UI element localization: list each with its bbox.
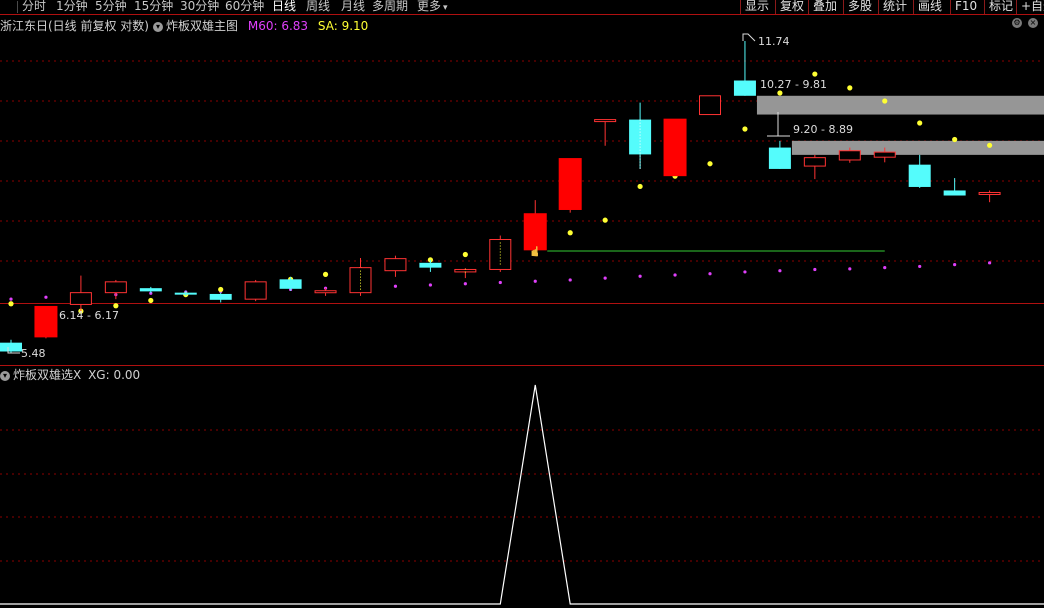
sa-dot: [847, 85, 853, 91]
m60-dot: [44, 295, 48, 299]
candle-body: [209, 293, 232, 300]
sa-dot: [148, 297, 154, 304]
sa-dot: [567, 230, 573, 236]
sa-dot: [812, 71, 818, 77]
m60-dot: [848, 267, 852, 271]
sa-dot: [637, 183, 643, 190]
m60-dot: [463, 282, 467, 286]
sa-dot: [707, 161, 713, 167]
candle-body: [768, 147, 791, 169]
candle-body: [594, 119, 617, 123]
m60-dot: [533, 279, 537, 283]
low-label: 5.48: [21, 347, 46, 360]
cursor-hand-icon: ☚: [526, 245, 542, 258]
xg-line: [0, 384, 1044, 605]
high-label: 11.74: [758, 35, 790, 48]
candle-body: [174, 292, 197, 295]
candle-body: [279, 279, 302, 289]
candle-body: [34, 305, 58, 338]
m60-dot: [638, 274, 642, 278]
m60-dot: [743, 270, 747, 274]
candle-body: [489, 239, 512, 270]
gap-label-2: 10.27 - 9.81: [760, 78, 827, 91]
m60-dot: [393, 284, 398, 288]
candle-body: [699, 95, 721, 116]
candle-body: [384, 258, 407, 272]
m60-dot: [883, 266, 887, 270]
candle-body: [733, 80, 756, 96]
sa-dot: [218, 286, 224, 293]
sa-dot: [917, 120, 923, 126]
sa-dot: [113, 303, 119, 309]
candle-body: [0, 342, 22, 352]
m60-dot: [603, 276, 607, 280]
m60-dot: [9, 297, 13, 301]
sa-dot: [602, 217, 608, 223]
candle-body: [104, 281, 127, 294]
sa-dot: [462, 251, 468, 258]
candle-body: [943, 190, 966, 196]
m60-dot: [778, 269, 782, 273]
m60-dot: [813, 267, 817, 272]
candle-body: [314, 290, 337, 294]
sa-dot: [322, 271, 329, 277]
candle-body: [838, 150, 861, 161]
gap-label-1: 6.14 - 6.17: [59, 309, 119, 322]
kline-chart[interactable]: 11.74 5.48 6.14 - 6.17 10.27 - 9.81 9.20 - 8…: [0, 0, 1044, 608]
sa-dot: [882, 98, 888, 104]
candle-body: [69, 292, 92, 305]
m60-dot: [953, 263, 957, 267]
candle-body: [558, 158, 582, 210]
candle-body: [873, 151, 896, 158]
sa-dot: [777, 90, 783, 96]
sa-dot: [952, 136, 958, 143]
sa-dot: [742, 126, 748, 132]
candle-body: [663, 118, 687, 177]
resistance-zone-1: [791, 140, 1044, 155]
m60-dot: [498, 280, 502, 285]
candle-body: [978, 191, 1001, 195]
m60-dot: [568, 278, 572, 282]
m60-dot: [428, 283, 432, 287]
candle-body: [244, 281, 267, 300]
candle-body: [419, 262, 442, 268]
resistance-zone-0: [756, 95, 1044, 115]
candle-body: [629, 119, 652, 155]
m60-dot: [708, 272, 712, 276]
gap-label-3: 9.20 - 8.89: [793, 123, 853, 136]
candle-body: [803, 157, 826, 167]
m60-dot: [673, 273, 677, 277]
high-marker: [742, 33, 756, 42]
m60-dot: [918, 264, 922, 269]
m60-dot: [988, 261, 992, 265]
candle-body: [908, 164, 931, 187]
sa-dot: [8, 301, 14, 307]
candle-body: [139, 288, 162, 292]
sa-dot: [987, 142, 993, 148]
